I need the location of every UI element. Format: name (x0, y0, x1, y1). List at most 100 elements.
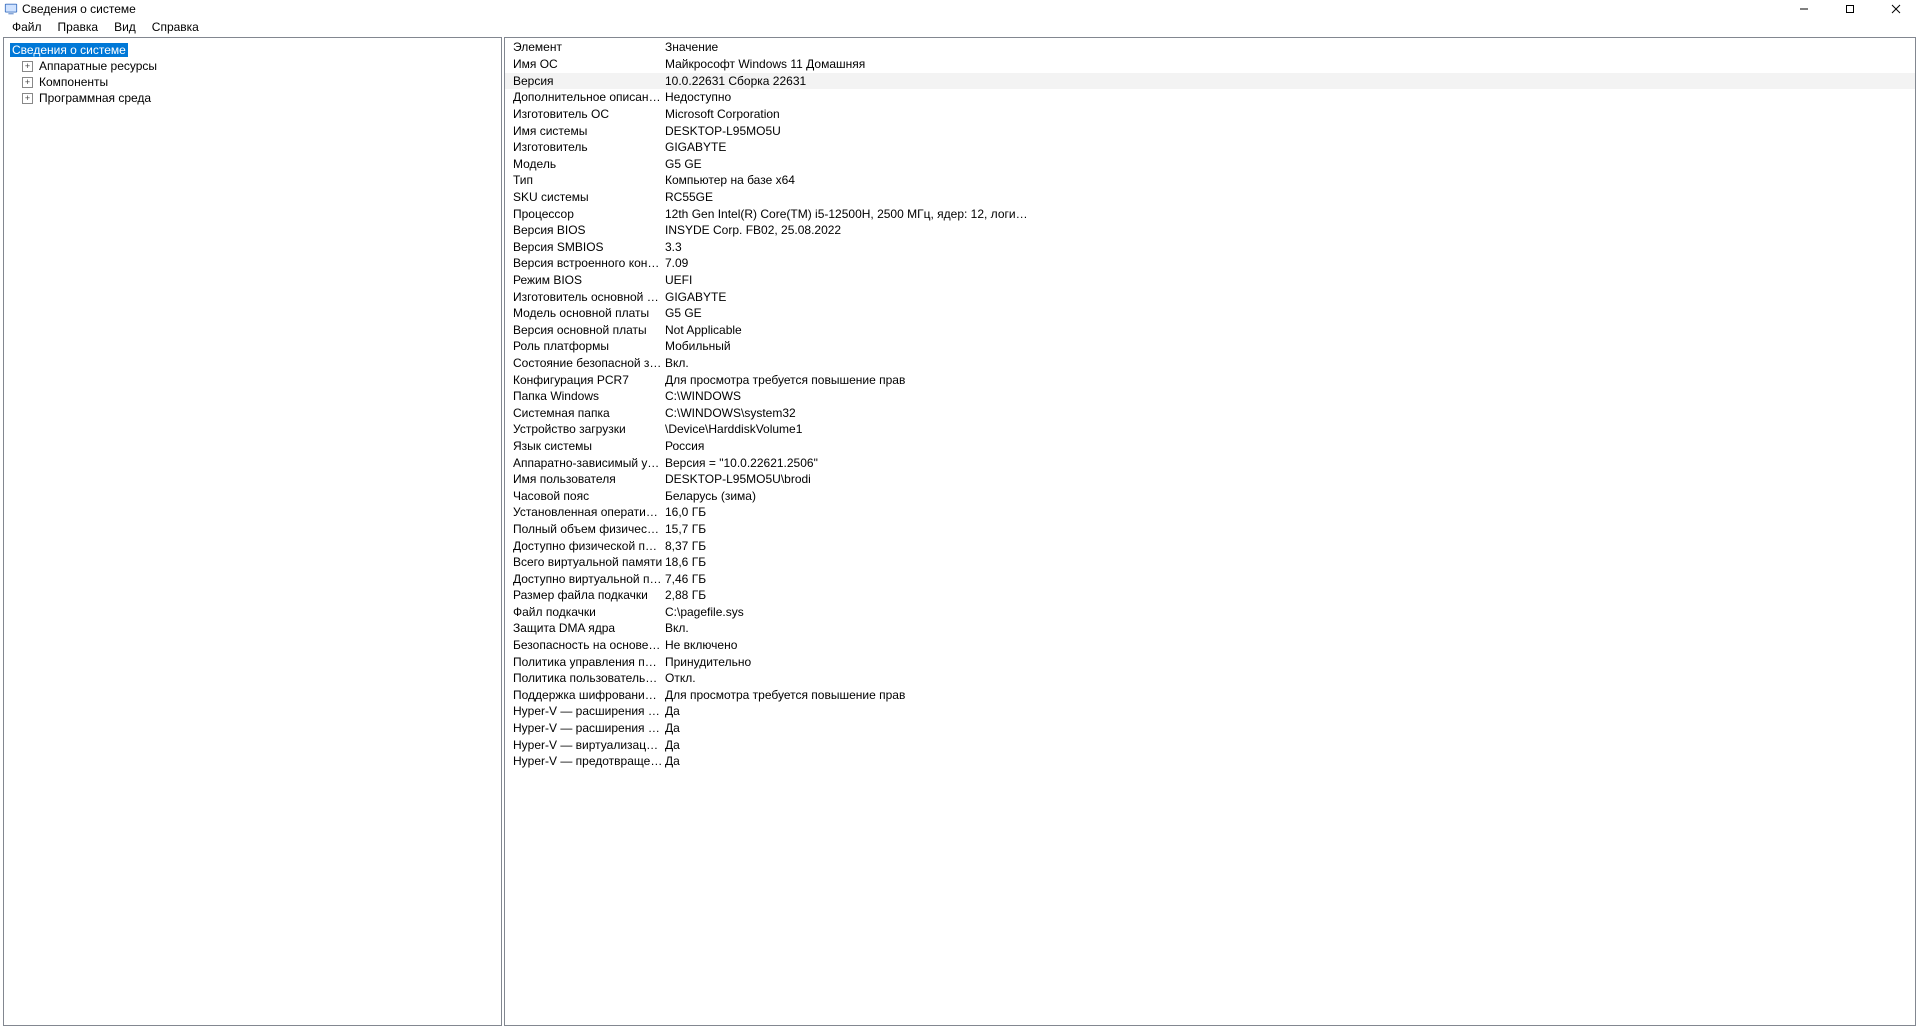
minimize-button[interactable] (1781, 0, 1827, 18)
detail-element: Установленная оперативная п… (505, 505, 663, 519)
detail-row[interactable]: Доступно физической памяти8,37 ГБ (505, 537, 1915, 554)
detail-row[interactable]: Изготовитель основной платыGIGABYTE (505, 288, 1915, 305)
detail-row[interactable]: Hyper-V — виртуализация вкл…Да (505, 736, 1915, 753)
detail-row[interactable]: Политика пользовательского …Откл. (505, 670, 1915, 687)
detail-row[interactable]: Модель основной платыG5 GE (505, 305, 1915, 322)
detail-element: Полный объем физической па… (505, 522, 663, 536)
detail-row[interactable]: Hyper-V — предотвращение в…Да (505, 753, 1915, 770)
tree-panel[interactable]: Сведения о системе + Аппаратные ресурсы … (3, 37, 502, 1026)
window-title: Сведения о системе (22, 2, 136, 16)
detail-element: Версия (505, 74, 663, 88)
expand-icon[interactable]: + (22, 77, 33, 88)
detail-row[interactable]: Системная папкаC:\WINDOWS\system32 (505, 404, 1915, 421)
detail-value: 8,37 ГБ (663, 539, 1033, 553)
detail-value: 10.0.22631 Сборка 22631 (663, 74, 1033, 88)
detail-element: Папка Windows (505, 389, 663, 403)
detail-row[interactable]: Часовой поясБеларусь (зима) (505, 487, 1915, 504)
tree-software-label: Программная среда (37, 91, 153, 105)
detail-row[interactable]: Версия10.0.22631 Сборка 22631 (505, 73, 1915, 90)
detail-row[interactable]: SKU системыRC55GE (505, 189, 1915, 206)
detail-row[interactable]: Версия основной платыNot Applicable (505, 322, 1915, 339)
detail-element: Hyper-V — виртуализация вкл… (505, 738, 663, 752)
detail-value: 16,0 ГБ (663, 505, 1033, 519)
header-value[interactable]: Значение (663, 40, 1033, 54)
detail-row[interactable]: Папка WindowsC:\WINDOWS (505, 388, 1915, 405)
detail-row[interactable]: Имя ОСМайкрософт Windows 11 Домашняя (505, 56, 1915, 73)
close-button[interactable] (1873, 0, 1919, 18)
menu-edit[interactable]: Правка (52, 19, 105, 35)
detail-header[interactable]: Элемент Значение (505, 38, 1915, 56)
detail-row[interactable]: Размер файла подкачки2,88 ГБ (505, 587, 1915, 604)
detail-value: 18,6 ГБ (663, 555, 1033, 569)
detail-row[interactable]: Безопасность на основе вирту…Не включено (505, 637, 1915, 654)
detail-element: Изготовитель (505, 140, 663, 154)
detail-row[interactable]: Дополнительное описание ОСНедоступно (505, 89, 1915, 106)
detail-row[interactable]: Политика управления прилож…Принудительно (505, 653, 1915, 670)
detail-element: Версия SMBIOS (505, 240, 663, 254)
detail-row[interactable]: Конфигурация PCR7Для просмотра требуется… (505, 371, 1915, 388)
detail-value: Не включено (663, 638, 1033, 652)
detail-value: Microsoft Corporation (663, 107, 1033, 121)
detail-row[interactable]: Доступно виртуальной памяти7,46 ГБ (505, 570, 1915, 587)
detail-row[interactable]: Защита DMA ядраВкл. (505, 620, 1915, 637)
detail-row[interactable]: Изготовитель ОСMicrosoft Corporation (505, 106, 1915, 123)
detail-value: Майкрософт Windows 11 Домашняя (663, 57, 1033, 71)
detail-row[interactable]: Роль платформыМобильный (505, 338, 1915, 355)
detail-row[interactable]: Версия SMBIOS3.3 (505, 239, 1915, 256)
detail-element: Версия BIOS (505, 223, 663, 237)
detail-row[interactable]: Язык системыРоссия (505, 438, 1915, 455)
detail-row[interactable]: ИзготовительGIGABYTE (505, 139, 1915, 156)
tree-root[interactable]: Сведения о системе (4, 42, 501, 58)
detail-element: Имя пользователя (505, 472, 663, 486)
menu-help[interactable]: Справка (146, 19, 205, 35)
detail-value: RC55GE (663, 190, 1033, 204)
detail-row[interactable]: Всего виртуальной памяти18,6 ГБ (505, 554, 1915, 571)
menu-file[interactable]: Файл (6, 19, 48, 35)
detail-element: Аппаратно-зависимый уровен… (505, 456, 663, 470)
header-element[interactable]: Элемент (505, 40, 663, 54)
detail-element: Версия встроенного контролл… (505, 256, 663, 270)
expand-icon[interactable]: + (22, 61, 33, 72)
detail-element: Часовой пояс (505, 489, 663, 503)
detail-element: Безопасность на основе вирту… (505, 638, 663, 652)
detail-row[interactable]: Установленная оперативная п…16,0 ГБ (505, 504, 1915, 521)
detail-row[interactable]: Поддержка шифрования устр…Для просмотра … (505, 687, 1915, 704)
titlebar: Сведения о системе (0, 0, 1919, 18)
detail-panel[interactable]: Элемент Значение Имя ОСМайкрософт Window… (504, 37, 1916, 1026)
detail-row[interactable]: Имя пользователяDESKTOP-L95MO5U\brodi (505, 471, 1915, 488)
detail-row[interactable]: МодельG5 GE (505, 156, 1915, 173)
detail-element: Имя ОС (505, 57, 663, 71)
detail-value: C:\pagefile.sys (663, 605, 1033, 619)
detail-value: GIGABYTE (663, 140, 1033, 154)
detail-row[interactable]: Режим BIOSUEFI (505, 272, 1915, 289)
detail-row[interactable]: Аппаратно-зависимый уровен…Версия = "10.… (505, 454, 1915, 471)
detail-row[interactable]: Версия BIOSINSYDE Corp. FB02, 25.08.2022 (505, 222, 1915, 239)
detail-row[interactable]: Hyper-V — расширения режи…Да (505, 703, 1915, 720)
detail-row[interactable]: Состояние безопасной загруз…Вкл. (505, 355, 1915, 372)
detail-element: Модель основной платы (505, 306, 663, 320)
detail-element: Размер файла подкачки (505, 588, 663, 602)
detail-value: 7,46 ГБ (663, 572, 1033, 586)
detail-row[interactable]: Версия встроенного контролл…7.09 (505, 255, 1915, 272)
maximize-button[interactable] (1827, 0, 1873, 18)
detail-value: Да (663, 721, 1033, 735)
detail-value: Not Applicable (663, 323, 1033, 337)
detail-row[interactable]: Полный объем физической па…15,7 ГБ (505, 521, 1915, 538)
detail-element: Hyper-V — предотвращение в… (505, 754, 663, 768)
detail-value: G5 GE (663, 157, 1033, 171)
detail-row[interactable]: Устройство загрузки\Device\HarddiskVolum… (505, 421, 1915, 438)
expand-icon[interactable]: + (22, 93, 33, 104)
menu-view[interactable]: Вид (108, 19, 142, 35)
detail-row[interactable]: Имя системыDESKTOP-L95MO5U (505, 122, 1915, 139)
tree-components[interactable]: + Компоненты (4, 74, 501, 90)
detail-row[interactable]: Файл подкачкиC:\pagefile.sys (505, 604, 1915, 621)
tree-hardware[interactable]: + Аппаратные ресурсы (4, 58, 501, 74)
detail-row[interactable]: Hyper-V — расширения для п…Да (505, 720, 1915, 737)
detail-value: Да (663, 754, 1033, 768)
tree-components-label: Компоненты (37, 75, 110, 89)
detail-value: Вкл. (663, 356, 1033, 370)
detail-row[interactable]: Процессор12th Gen Intel(R) Core(TM) i5-1… (505, 205, 1915, 222)
detail-row[interactable]: ТипКомпьютер на базе x64 (505, 172, 1915, 189)
tree-software[interactable]: + Программная среда (4, 90, 501, 106)
detail-value: GIGABYTE (663, 290, 1033, 304)
